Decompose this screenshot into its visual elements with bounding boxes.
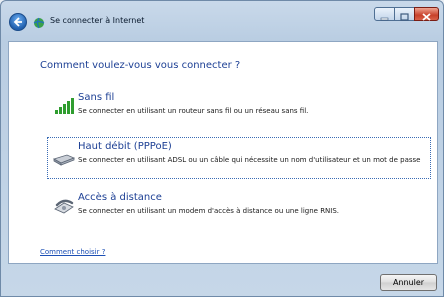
wireless-signal-icon (55, 98, 74, 114)
globe-network-icon (33, 17, 45, 29)
back-arrow-icon (13, 17, 22, 27)
close-button[interactable] (414, 7, 439, 21)
broadband-modem-icon (53, 154, 75, 166)
maximize-icon (400, 13, 409, 21)
title-bar: Se connecter à Internet (1, 1, 444, 41)
content-panel: Comment voulez-vous vous connecter ? San… (8, 41, 438, 264)
caption-buttons (374, 7, 439, 22)
window-title: Se connecter à Internet (50, 16, 145, 25)
maximize-button[interactable] (394, 7, 415, 21)
option-title: Accès à distance (78, 192, 162, 203)
option-title: Haut débit (PPPoE) (78, 141, 172, 152)
option-wireless[interactable]: Sans fil Se connecter en utilisant un ro… (47, 88, 431, 122)
option-broadband-pppoe[interactable]: Haut débit (PPPoE) Se connecter en utili… (47, 137, 431, 179)
minimize-icon (380, 17, 389, 21)
option-description: Se connecter en utilisant un modem d'acc… (78, 207, 340, 215)
option-dialup[interactable]: Accès à distance Se connecter en utilisa… (47, 188, 431, 222)
option-description: Se connecter en utilisant un routeur san… (78, 107, 309, 115)
dialup-phone-icon (54, 199, 74, 214)
help-link[interactable]: Comment choisir ? (40, 248, 105, 256)
option-title: Sans fil (78, 92, 115, 103)
option-description: Se connecter en utilisant ADSL ou un câb… (78, 156, 421, 164)
page-heading: Comment voulez-vous vous connecter ? (40, 60, 241, 71)
close-icon (422, 13, 431, 21)
minimize-button[interactable] (374, 7, 395, 21)
wizard-window: Se connecter à Internet Comment voulez-v… (0, 0, 444, 297)
cancel-button[interactable]: Annuler (380, 274, 437, 291)
back-button[interactable] (9, 13, 27, 31)
